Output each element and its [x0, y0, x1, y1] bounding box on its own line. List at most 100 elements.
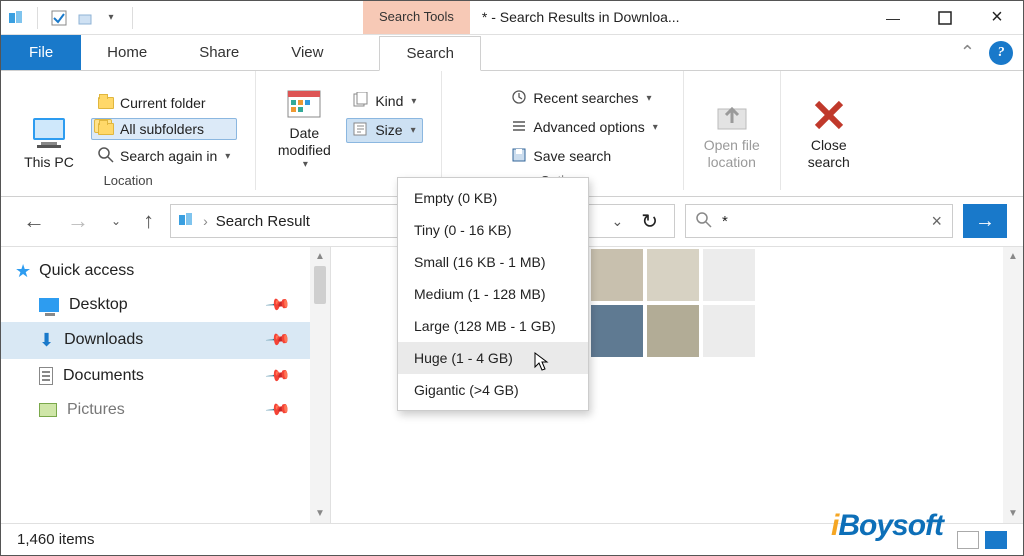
current-folder-button[interactable]: Current folder [91, 92, 237, 114]
date-modified-button[interactable]: Date modified ▾ [268, 77, 340, 171]
thumbnail[interactable] [703, 305, 755, 357]
size-button[interactable]: Size ▾ [346, 118, 423, 143]
separator [132, 7, 133, 29]
tab-file[interactable]: File [1, 35, 81, 70]
chevron-down-icon: ▾ [646, 93, 651, 104]
scroll-down-icon[interactable]: ▼ [315, 508, 325, 519]
window-title: * - Search Results in Downloa... [470, 1, 867, 34]
thumbnail[interactable] [703, 249, 755, 301]
all-subfolders-button[interactable]: All subfolders [91, 118, 237, 140]
collapse-ribbon-button[interactable]: ⌃ [950, 35, 985, 70]
search-box[interactable]: * × [685, 204, 953, 238]
recent-searches-button[interactable]: Recent searches ▾ [504, 86, 664, 111]
this-pc-button[interactable]: This PC [13, 106, 85, 171]
save-search-button[interactable]: Save search [504, 144, 664, 169]
tab-home[interactable]: Home [81, 35, 173, 70]
size-option-medium[interactable]: Medium (1 - 128 MB) [398, 278, 588, 310]
size-option-huge[interactable]: Huge (1 - 4 GB) [398, 342, 588, 374]
location-icon [177, 211, 195, 232]
qat-dropdown-icon[interactable]: ▾ [102, 9, 120, 27]
recent-locations-button[interactable]: ⌄ [105, 210, 127, 232]
ribbon-group-location: This PC Current folder All subfolders [1, 71, 256, 190]
forward-button[interactable]: → [61, 204, 95, 238]
ribbon-group-open: Open file location [684, 71, 781, 190]
quick-access-label: Quick access [39, 262, 134, 280]
size-option-gigantic[interactable]: Gigantic (>4 GB) [398, 374, 588, 406]
ribbon-tabs: File Home Share View Search ⌃ ? [1, 35, 1023, 71]
scroll-down-icon[interactable]: ▼ [1008, 508, 1018, 519]
back-button[interactable]: ← [17, 204, 51, 238]
size-option-small[interactable]: Small (16 KB - 1 MB) [398, 246, 588, 278]
chevron-down-icon: ▾ [303, 159, 308, 171]
address-dropdown-icon[interactable]: ⌄ [612, 213, 624, 230]
search-query-text: * [722, 213, 921, 230]
search-again-in-button[interactable]: Search again in ▾ [91, 144, 237, 169]
open-location-icon [710, 93, 754, 137]
this-pc-icon [27, 110, 71, 154]
star-icon: ★ [15, 261, 31, 282]
search-again-in-label: Search again in [120, 148, 217, 164]
app-icon [7, 9, 25, 27]
properties-checkbox-icon[interactable] [50, 9, 68, 27]
group-label-refine [347, 173, 351, 188]
quick-access-header[interactable]: ★ Quick access [1, 255, 310, 288]
contextual-tab-label: Search Tools [363, 1, 470, 34]
save-search-label: Save search [533, 148, 611, 164]
size-dropdown-menu: Empty (0 KB) Tiny (0 - 16 KB) Small (16 … [397, 177, 589, 411]
advanced-options-button[interactable]: Advanced options ▾ [504, 115, 664, 140]
size-option-huge-label: Huge (1 - 4 GB) [414, 350, 513, 366]
clear-search-button[interactable]: × [921, 211, 952, 232]
list-icon [511, 118, 527, 137]
new-folder-icon[interactable] [76, 9, 94, 27]
size-option-large[interactable]: Large (128 MB - 1 GB) [398, 310, 588, 342]
ribbon-group-options: Recent searches ▾ Advanced options ▾ [442, 71, 683, 190]
thumbnails-view-toggle[interactable] [985, 531, 1007, 549]
close-button[interactable]: × [971, 1, 1023, 34]
tab-view[interactable]: View [265, 35, 349, 70]
search-go-button[interactable]: → [963, 204, 1007, 238]
recent-searches-label: Recent searches [533, 90, 638, 106]
tab-share[interactable]: Share [173, 35, 265, 70]
sidebar-item-pictures[interactable]: Pictures 📌 [1, 393, 310, 427]
content-scrollbar[interactable]: ▲ ▼ [1003, 247, 1023, 523]
breadcrumb-separator-icon: › [203, 213, 208, 229]
folder-icon [98, 97, 114, 109]
tab-search[interactable]: Search [379, 36, 481, 71]
open-file-location-button[interactable]: Open file location [696, 89, 768, 171]
thumbnail[interactable] [647, 305, 699, 357]
kind-button[interactable]: Kind ▾ [346, 89, 423, 114]
current-folder-label: Current folder [120, 95, 206, 111]
window-controls: — × [867, 1, 1023, 34]
chevron-down-icon: ▾ [653, 122, 658, 133]
scrollbar-thumb[interactable] [314, 266, 326, 304]
sidebar-item-desktop[interactable]: Desktop 📌 [1, 288, 310, 322]
pin-icon: 📌 [264, 326, 292, 354]
chevron-down-icon: ▾ [225, 151, 230, 162]
titlebar: ▾ Search Tools * - Search Results in Dow… [1, 1, 1023, 35]
minimize-button[interactable]: — [867, 1, 919, 34]
thumbnail[interactable] [591, 305, 643, 357]
details-view-toggle[interactable] [957, 531, 979, 549]
ribbon-group-refine: Date modified ▾ Kind ▾ [256, 71, 442, 190]
advanced-options-label: Advanced options [533, 119, 644, 135]
close-icon [809, 93, 849, 137]
help-button[interactable]: ? [989, 41, 1013, 65]
size-label: Size [375, 122, 402, 138]
thumbnail[interactable] [647, 249, 699, 301]
folders-icon [98, 123, 114, 135]
history-icon [511, 89, 527, 108]
scroll-up-icon[interactable]: ▲ [315, 251, 325, 262]
refresh-button[interactable]: ↻ [631, 209, 668, 234]
size-option-empty[interactable]: Empty (0 KB) [398, 182, 588, 214]
up-button[interactable]: ↑ [137, 204, 160, 238]
maximize-button[interactable] [919, 1, 971, 34]
size-option-tiny[interactable]: Tiny (0 - 16 KB) [398, 214, 588, 246]
sidebar-item-documents[interactable]: Documents 📌 [1, 359, 310, 393]
sidebar-scrollbar[interactable]: ▲ ▼ [310, 247, 330, 523]
sidebar-item-downloads[interactable]: ⬇ Downloads 📌 [1, 322, 310, 359]
item-count: 1,460 items [17, 531, 95, 548]
scroll-up-icon[interactable]: ▲ [1008, 251, 1018, 262]
file-explorer-window: ▾ Search Tools * - Search Results in Dow… [0, 0, 1024, 556]
thumbnail[interactable] [591, 249, 643, 301]
close-search-button[interactable]: Close search [793, 89, 865, 171]
